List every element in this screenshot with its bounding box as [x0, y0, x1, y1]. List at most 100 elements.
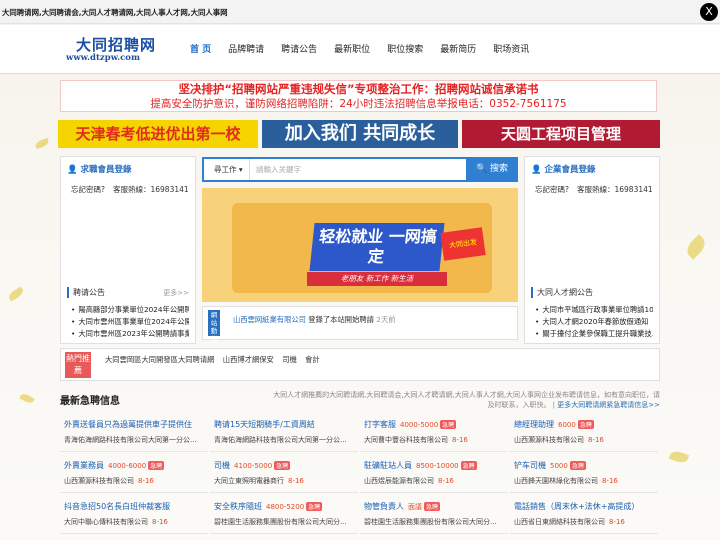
job-card[interactable]: 铲车司機 5000 急聘山西鋒天園林綠化有限公司 8-16: [510, 455, 658, 493]
urgent-badge: 急聘: [440, 420, 457, 429]
hot-link[interactable]: 會計: [305, 355, 320, 364]
nav-job-search[interactable]: 职位搜索: [387, 42, 423, 55]
nav-notices[interactable]: 聘请公告: [281, 42, 317, 55]
service-hotline: 客服熱線：16983141: [576, 185, 653, 194]
job-company[interactable]: 山西省日東網絡科技有限公司 8-16: [514, 517, 658, 527]
hot-link[interactable]: 山西博才網保安: [223, 355, 274, 364]
forgot-password-link[interactable]: 忘記密碼?: [535, 185, 569, 194]
job-salary: 4000-6000: [108, 462, 147, 470]
nav-resumes[interactable]: 最新简历: [440, 42, 476, 55]
job-company[interactable]: 山西鋒天園林綠化有限公司 8-16: [514, 476, 658, 486]
ad-banner-engineering[interactable]: 天圆工程项目管理: [462, 120, 660, 148]
job-salary: 6000: [558, 421, 576, 429]
promo-flag: 大同出发: [440, 227, 486, 261]
job-title[interactable]: 電話銷售（周末休+法休+高提成）: [514, 501, 639, 512]
decor-leaf: [7, 286, 25, 302]
top-bar: 大同聘请网,大同聘请会,大同人才聘请网,大同人事人才网,大同人事网 X: [0, 0, 720, 24]
job-card[interactable]: 駐礦駐站人員 8500-10000 急聘山西煜辰能源有限公司 8-16: [360, 455, 508, 493]
job-title[interactable]: 外賣送餐員只為過萬提供車子提供住: [64, 419, 192, 430]
job-company[interactable]: 山西煜辰能源有限公司 8-16: [364, 476, 508, 486]
urgent-badge: 急聘: [148, 461, 165, 470]
job-card[interactable]: 電話銷售（周末休+法休+高提成） 山西省日東網絡科技有限公司 8-16: [510, 496, 658, 534]
job-card[interactable]: 聘请15天短期騎手/工資周結青海佑海網路科技有限公司大同第一分公...: [210, 414, 358, 452]
nav-news[interactable]: 职场资讯: [493, 42, 529, 55]
hot-link[interactable]: 司機: [282, 355, 297, 364]
job-title[interactable]: 外賣業務員 4000-6000 急聘: [64, 460, 165, 471]
job-card[interactable]: 安全秩序隨班 4800-5200 急聘碧桂園生活服務集團股份有限公司大同分...: [210, 496, 358, 534]
job-title[interactable]: 司機 4100-5000 急聘: [214, 460, 291, 471]
job-company[interactable]: 大同中聯心傳科技有限公司 8-16: [64, 517, 208, 527]
promo-headline: 轻松就业 一网搞定: [309, 223, 445, 271]
job-title[interactable]: 铲车司機 5000 急聘: [514, 460, 586, 471]
job-company[interactable]: 山西灝源科技有限公司 8-16: [514, 435, 658, 445]
search-button[interactable]: 🔍 搜索: [466, 157, 518, 182]
job-company[interactable]: 碧桂園生活服務集團股份有限公司大同分...: [364, 517, 508, 527]
job-salary: 4000-5000: [400, 421, 439, 429]
urgent-badge: 急聘: [569, 461, 586, 470]
job-title[interactable]: 聘请15天短期騎手/工資周結: [214, 419, 315, 430]
site-notice-item[interactable]: 大同市平城區行政事業單位聘請10...: [535, 305, 653, 315]
job-salary: 8500-10000: [416, 462, 459, 470]
header-divider: [0, 73, 720, 74]
notice-item[interactable]: 大同市雲州區2023年公開聘請事業...: [71, 329, 189, 339]
notice-section-title: 聘请公告: [67, 287, 105, 298]
site-logo[interactable]: 大同招聘网: [76, 34, 156, 55]
job-company[interactable]: 碧桂園生活服務集團股份有限公司大同分...: [214, 517, 358, 527]
job-title[interactable]: 物管負責人 面議 急聘: [364, 501, 441, 512]
employer-login-title[interactable]: 👤 企業會員登錄: [531, 163, 596, 175]
service-hotline: 客服熱線：16983141: [112, 185, 189, 194]
latest-jobs-more[interactable]: 更多大同聘请網紧急聘请信息>>: [557, 401, 660, 409]
job-card[interactable]: 抖音急招50名長白班仲裁客服大同中聯心傳科技有限公司 8-16: [60, 496, 208, 534]
job-title[interactable]: 總經理助理 6000 急聘: [514, 419, 594, 430]
urgent-badge: 急聘: [424, 502, 441, 511]
dynamics-company[interactable]: 山西雲网紙業有限公司: [233, 315, 306, 324]
notice-more-link[interactable]: 更多>>: [163, 288, 189, 298]
latest-jobs-title: 最新急聘信息: [60, 396, 120, 407]
job-salary: 5000: [550, 462, 568, 470]
jobseeker-login-panel: 👤 求職會員登錄 忘記密碼? 客服熱線：16983141 聘请公告 更多>> 陽高…: [60, 156, 196, 344]
job-card[interactable]: 物管負責人 面議 急聘碧桂園生活服務集團股份有限公司大同分...: [360, 496, 508, 534]
ad-banner-school[interactable]: 天津春考低进优出第一校: [58, 120, 258, 148]
site-dynamics-tag: 網站動態: [208, 310, 220, 343]
job-card[interactable]: 外賣送餐員只為過萬提供車子提供住青海佑海網路科技有限公司大同第一分公...: [60, 414, 208, 452]
job-company[interactable]: 大同立東照明電器商行 8-16: [214, 476, 358, 486]
close-icon[interactable]: X: [700, 3, 718, 21]
job-company[interactable]: 大同曹中豐谷科技有限公司 8-16: [364, 435, 508, 445]
job-title[interactable]: 安全秩序隨班 4800-5200 急聘: [214, 501, 323, 512]
job-title[interactable]: 駐礦駐站人員 8500-10000 急聘: [364, 460, 477, 471]
search-input[interactable]: 請輸入关鍵字: [256, 159, 301, 180]
nav-home[interactable]: 首 页: [190, 42, 211, 55]
forgot-password-link[interactable]: 忘記密碼?: [71, 185, 105, 194]
site-notice-item[interactable]: 關于擡付企業參保職工提升職業技...: [535, 329, 653, 339]
search-icon: 🔍: [475, 164, 491, 174]
job-title[interactable]: 打字客服 4000-5000 急聘: [364, 419, 457, 430]
promo-banner[interactable]: 轻松就业 一网搞定 老朋友 新工作 新生活 大同出发: [202, 188, 518, 302]
hot-recommend: 熱門推薦 大同雲岡區大同開發區大同聘请網 山西博才網保安 司機 會計: [60, 348, 660, 381]
search-type-select[interactable]: 尋工作 ▾: [204, 159, 250, 180]
job-salary: 4100-5000: [234, 462, 273, 470]
site-notice-section: 大同人才網公告: [525, 287, 659, 301]
jobseeker-login-help: 忘記密碼? 客服熱線：16983141: [71, 184, 197, 195]
nav-latest-jobs[interactable]: 最新职位: [334, 42, 370, 55]
site-dynamics-item[interactable]: 山西雲网紙業有限公司 登錄了本站開始聘請 2天前: [233, 315, 396, 325]
job-card[interactable]: 司機 4100-5000 急聘大同立東照明電器商行 8-16: [210, 455, 358, 493]
job-title[interactable]: 抖音急招50名長白班仲裁客服: [64, 501, 170, 512]
job-card[interactable]: 總經理助理 6000 急聘山西灝源科技有限公司 8-16: [510, 414, 658, 452]
latest-jobs-desc: 大同人才網推薦的大同聘请網,大同聘请会,大同人才聘请網,大同人事人才網,大同人事…: [273, 391, 660, 409]
job-company[interactable]: 青海佑海網路科技有限公司大同第一分公...: [214, 435, 358, 445]
ad-banner-join[interactable]: 加入我们 共同成长: [262, 120, 458, 148]
jobseeker-login-title[interactable]: 👤 求職會員登錄: [67, 163, 132, 175]
nav-brand[interactable]: 品牌聘请: [228, 42, 264, 55]
site-notice-item[interactable]: 大同人才網2020年春節放假通知: [535, 317, 653, 327]
site-logo-url: www.dtzpw.com: [66, 53, 140, 63]
notice-banner[interactable]: 坚决排护“招聘网站严重违规失信”专项整治工作：招聘网站诚信承诺书 提高安全防护意…: [60, 80, 657, 112]
notice-item[interactable]: 大同市雲州區事業單位2024年公開...: [71, 317, 189, 327]
job-salary: 4800-5200: [266, 503, 305, 511]
notice-item[interactable]: 陽高縣部分事業單位2024年公開聘...: [71, 305, 189, 315]
job-company[interactable]: 山西灝源科技有限公司 8-16: [64, 476, 208, 486]
job-card[interactable]: 打字客服 4000-5000 急聘大同曹中豐谷科技有限公司 8-16: [360, 414, 508, 452]
hot-link[interactable]: 大同雲岡區大同開發區大同聘请網: [105, 355, 214, 364]
decor-leaf: [19, 391, 35, 406]
job-card[interactable]: 外賣業務員 4000-6000 急聘山西灝源科技有限公司 8-16: [60, 455, 208, 493]
job-company[interactable]: 青海佑海網路科技有限公司大同第一分公...: [64, 435, 208, 445]
